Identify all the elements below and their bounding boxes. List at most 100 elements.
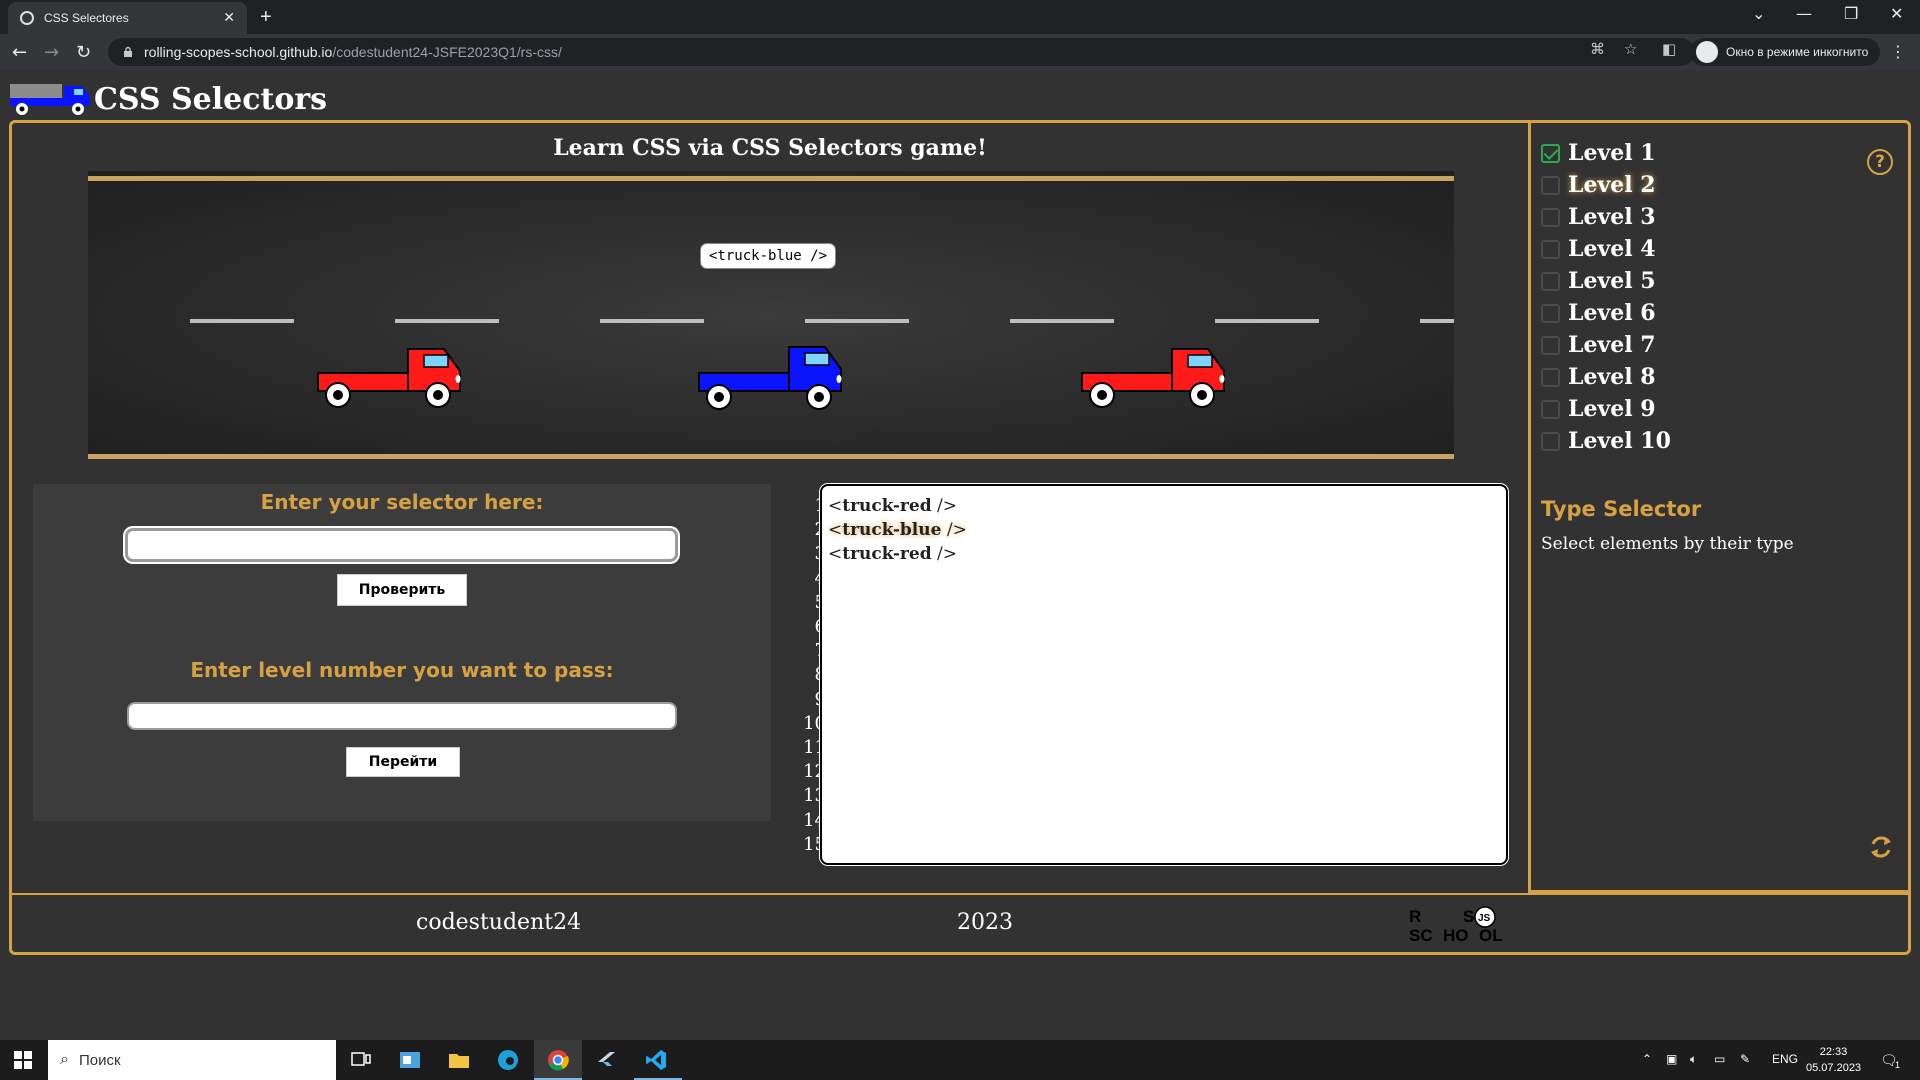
globe-icon [20,11,34,25]
level-item[interactable]: Level 2 [1541,169,1671,201]
forward-arrow-icon[interactable]: → [44,42,59,63]
incognito-indicator[interactable]: Окно в режиме инкогнито [1690,38,1880,66]
reload-icon[interactable]: ↻ [76,42,91,63]
browser-tabbar: CSS Selectores ✕ + ⌄ — ❐ ✕ [0,0,1920,34]
edge-browser-icon[interactable] [496,1048,520,1072]
system-clock[interactable]: 22:33 05.07.2023 [1806,1044,1861,1076]
lane-dash [1010,319,1114,323]
levels-sidebar: Level 1 Level 2 Level 3 Level 4 Level 5 Level… [1528,123,1908,893]
go-button[interactable]: Перейти [346,747,460,777]
lane-dash [805,319,909,323]
truck-blue-window [804,352,830,366]
svg-text:HO: HO [1443,926,1469,945]
window-close-icon[interactable]: ✕ [1890,4,1903,23]
github-author-link[interactable]: codestudent24 [416,910,581,935]
tab-title: CSS Selectores [44,11,129,25]
tray-chevron-icon[interactable]: ⌃ [1642,1052,1652,1066]
level-item[interactable]: Level 1 [1541,137,1671,169]
code-bracket: /> [931,496,957,516]
level-item[interactable]: Level 7 [1541,329,1671,361]
help-icon[interactable]: ? [1867,149,1893,175]
task-view-icon[interactable] [349,1048,373,1072]
restore-icon[interactable]: ❐ [1844,4,1858,23]
truck-blue-headlight [836,375,842,383]
levels-list: Level 1 Level 2 Level 3 Level 4 Level 5 Level… [1541,137,1671,457]
level-checkbox [1541,239,1560,259]
svg-text:OL: OL [1479,926,1503,945]
level-label: Level 4 [1568,236,1656,262]
level-checkbox [1541,399,1560,419]
truck-blue[interactable] [695,339,847,411]
browser-menu-icon[interactable]: ⋮ [1890,42,1906,61]
lane-dash [600,319,704,323]
selector-label: Enter your selector here: [260,490,544,514]
level-number-input[interactable] [127,702,677,730]
new-tab-button[interactable]: + [260,6,272,29]
notifications-count: 1 [1895,1060,1901,1070]
vscode-icon[interactable] [644,1048,668,1072]
level-checkbox [1541,271,1560,291]
truck-red[interactable] [1078,339,1230,409]
level-item[interactable]: Level 10 [1541,425,1671,457]
code-bracket: /> [941,520,967,541]
url-path: /codestudent24-JSFE2023Q1/rs-css/ [332,44,562,60]
level-checkbox [1541,335,1560,355]
code-bracket: < [828,520,843,541]
file-explorer-icon[interactable] [447,1048,471,1072]
pen-icon[interactable]: ✎ [1740,1052,1750,1066]
level-item[interactable]: Level 5 [1541,265,1671,297]
network-icon[interactable]: ▭ [1714,1052,1725,1066]
truck-red[interactable] [314,339,466,409]
incognito-label: Окно в режиме инкогнито [1726,45,1869,59]
page-title: CSS Selectors [94,82,328,117]
code-line[interactable]: <truck-blue /> [828,518,1500,542]
taskbar-search-placeholder: Поиск [78,1051,121,1069]
speaker-icon[interactable]: 🔈︎ [1690,1052,1697,1067]
page-footer: codestudent24 2023 R S SC HO OL JS [12,893,1908,952]
rs-school-logo[interactable]: R S SC HO OL JS [1407,905,1511,945]
selector-input[interactable] [125,528,678,562]
tab-search-icon[interactable]: ⌄ [1752,4,1765,23]
side-panel-icon[interactable]: ◧ [1662,40,1676,58]
lane-dash [1420,319,1454,323]
level-item[interactable]: Level 3 [1541,201,1671,233]
minimize-icon[interactable]: — [1796,4,1812,23]
code-line[interactable]: <truck-red /> [828,494,1500,518]
meet-now-icon[interactable]: ▣ [1666,1052,1677,1066]
level-label: Level 2 [1568,172,1656,198]
check-button[interactable]: Проверить [337,574,467,606]
level-checkbox [1541,431,1560,451]
lane-dash [1215,319,1319,323]
svg-text:SC: SC [1409,926,1433,945]
game-frame: Learn CSS via CSS Selectors game! <truck… [9,120,1911,955]
windows-start-icon[interactable] [14,1051,32,1069]
road-edge-top [88,176,1454,181]
input-language[interactable]: ENG [1772,1052,1798,1066]
mail-app-icon[interactable] [398,1048,422,1072]
code-line[interactable]: <truck-red /> [828,542,1500,566]
browser-tab[interactable]: CSS Selectores ✕ [8,2,247,34]
level-label: Level 5 [1568,268,1656,294]
clock-time: 22:33 [1819,1046,1848,1058]
code-bracket: < [828,496,843,516]
truck-red-headlight [1219,375,1225,383]
level-item[interactable]: Level 8 [1541,361,1671,393]
taskbar-search[interactable]: ⌕ Поиск [48,1040,336,1080]
address-bar[interactable]: rolling-scopes-school.github.io/codestud… [108,38,1695,66]
level-number-label: Enter level number you want to pass: [190,658,614,682]
level-item[interactable]: Level 9 [1541,393,1671,425]
svg-text:S: S [1463,907,1474,926]
back-arrow-icon[interactable]: ← [12,42,27,63]
browser-toolbar: ← → ↻ rolling-scopes-school.github.io/co… [0,34,1920,70]
level-item[interactable]: Level 6 [1541,297,1671,329]
bookmark-star-icon[interactable]: ☆ [1624,40,1637,58]
code-bracket: < [828,544,843,565]
flutter-app-icon[interactable] [594,1048,618,1072]
reset-progress-icon[interactable] [1867,833,1895,861]
chrome-browser-icon[interactable] [546,1048,570,1072]
translate-icon[interactable]: ⌘ [1590,40,1605,58]
level-item[interactable]: Level 4 [1541,233,1671,265]
level-label: Level 1 [1568,140,1656,166]
tab-close-icon[interactable]: ✕ [223,10,235,26]
code-bracket: /> [931,544,957,565]
